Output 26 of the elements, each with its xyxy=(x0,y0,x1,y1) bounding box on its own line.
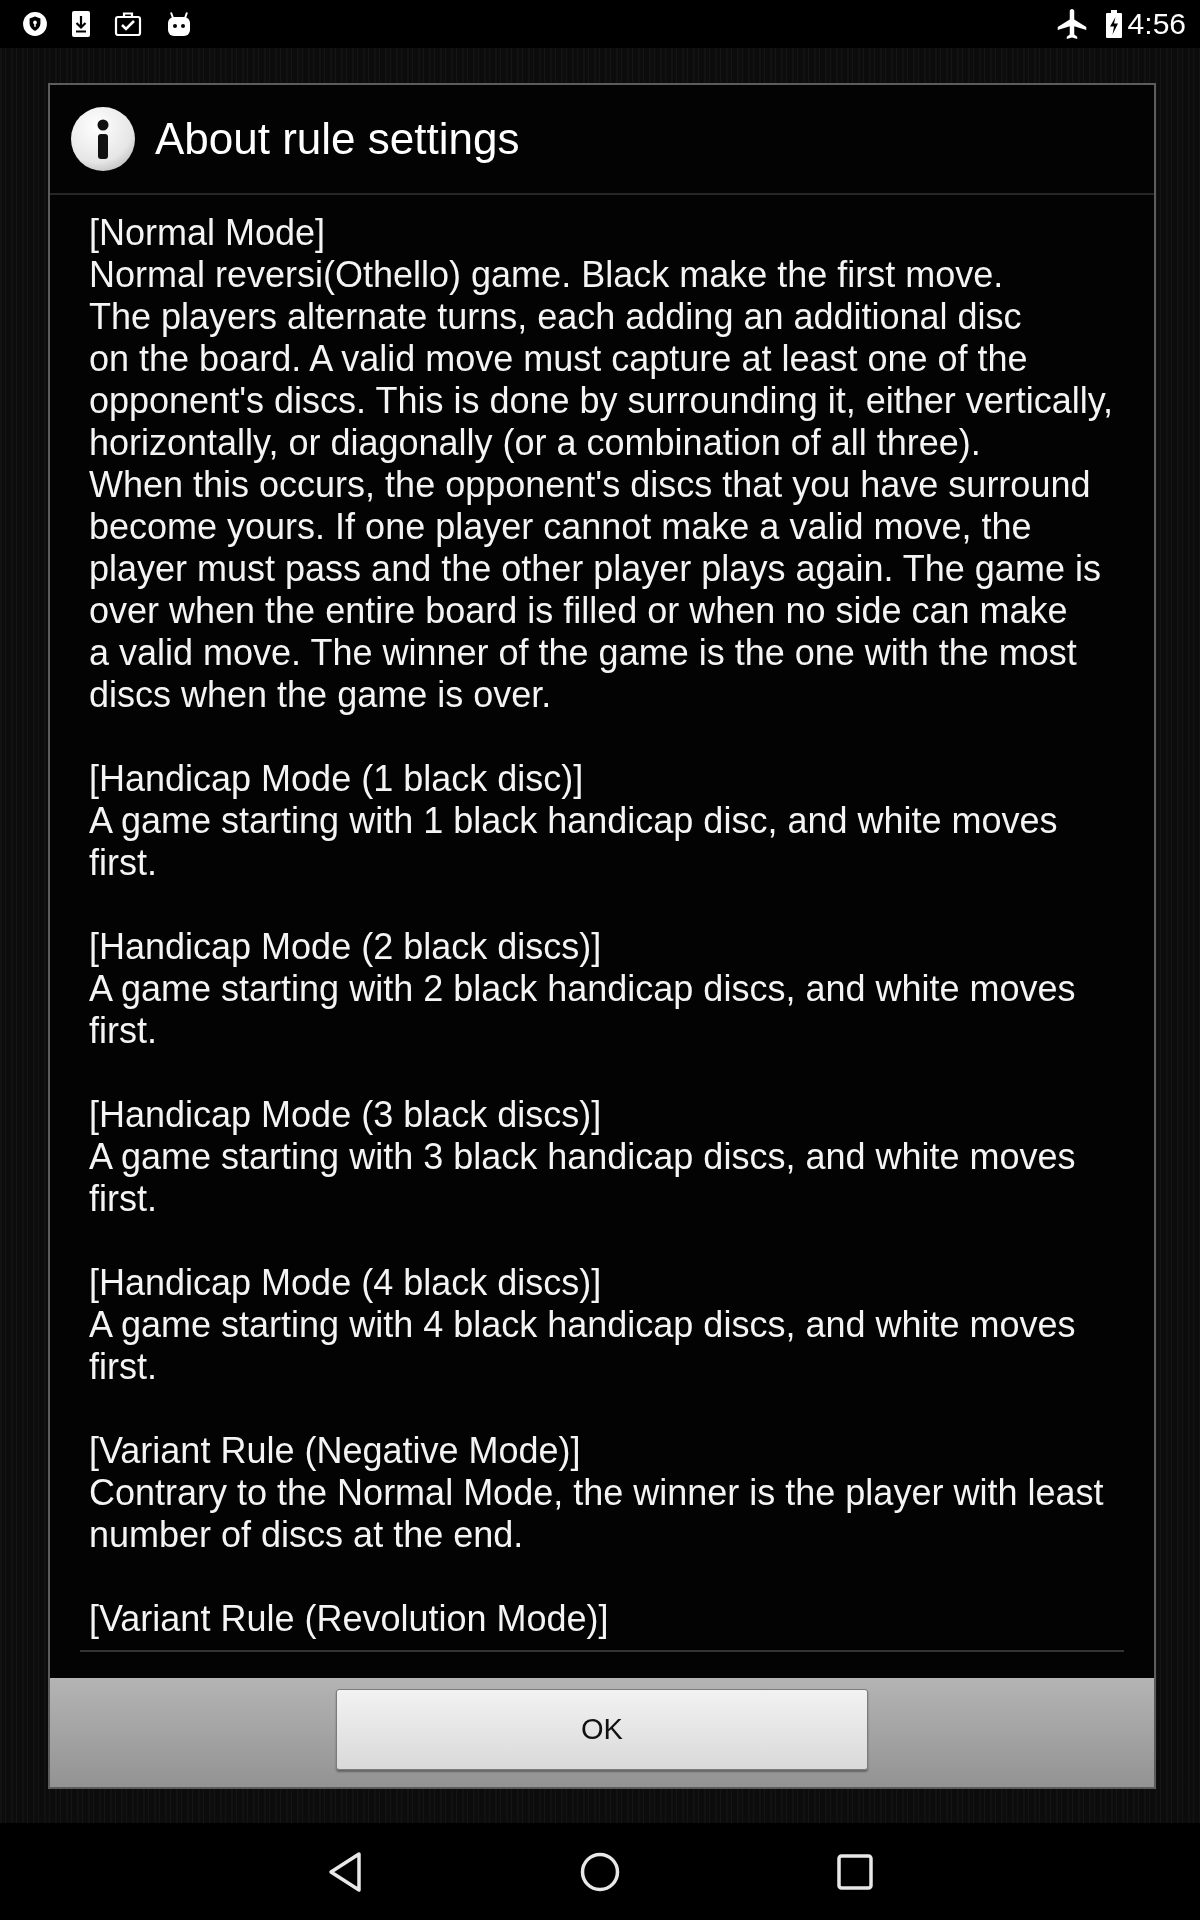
battery-charging-icon xyxy=(1105,10,1122,38)
home-icon[interactable] xyxy=(580,1851,620,1892)
rule-description: A game starting with 2 black handicap discs, and white moves first. xyxy=(89,968,1077,1052)
recents-icon[interactable] xyxy=(837,1853,873,1890)
shield-icon xyxy=(22,11,48,37)
section-heading: [Handicap Mode (1 black disc)] xyxy=(89,758,585,800)
rule-description: A game starting with 3 black handicap discs, and white moves first. xyxy=(89,1136,1077,1220)
back-icon[interactable] xyxy=(327,1850,363,1893)
dialog-title: About rule settings xyxy=(155,113,520,165)
status-time: 4:56 xyxy=(1127,7,1186,41)
robot-head-icon xyxy=(165,11,193,37)
section-heading: [Handicap Mode (3 black discs)] xyxy=(89,1094,603,1136)
rule-description: Normal reversi(Othello) game. Black make the first move. The players alternate turns, each adding an additional disc on the board. A valid move must capture at least one of the opponent's discs. This is done by surrounding it, either vertically, horizontally, or diagonally (or a combination of all three). When this occurs, the opponent's discs that you have surround become yours. If one player cannot make a valid move, the player must pass and the other player plays again. The game is over when the entire board is filled or when no side can make a valid move. The winner of the game is the one with the most discs when the game is over. xyxy=(89,254,1115,716)
ok-button[interactable]: OK xyxy=(336,1689,868,1770)
section-heading: [Normal Mode] xyxy=(89,212,327,254)
rule-description: A game starting with 1 black handicap disc, and white moves first. xyxy=(89,800,1059,884)
rule-description: A game starting with 4 black handicap discs, and white moves first. xyxy=(89,1304,1077,1388)
info-icon xyxy=(71,107,135,171)
airplane-icon xyxy=(1056,9,1087,39)
download-icon xyxy=(71,10,91,38)
briefcase-check-icon xyxy=(114,11,142,37)
rule-description: Contrary to the Normal Mode, the winner is the player with least number of discs at the end. xyxy=(89,1472,1105,1556)
section-heading: [Handicap Mode (4 black discs)] xyxy=(89,1262,603,1304)
section-heading: [Variant Rule (Negative Mode)] xyxy=(89,1430,582,1472)
section-heading: [Handicap Mode (2 black discs)] xyxy=(89,926,603,968)
section-heading: [Variant Rule (Revolution Mode)] xyxy=(89,1598,610,1640)
